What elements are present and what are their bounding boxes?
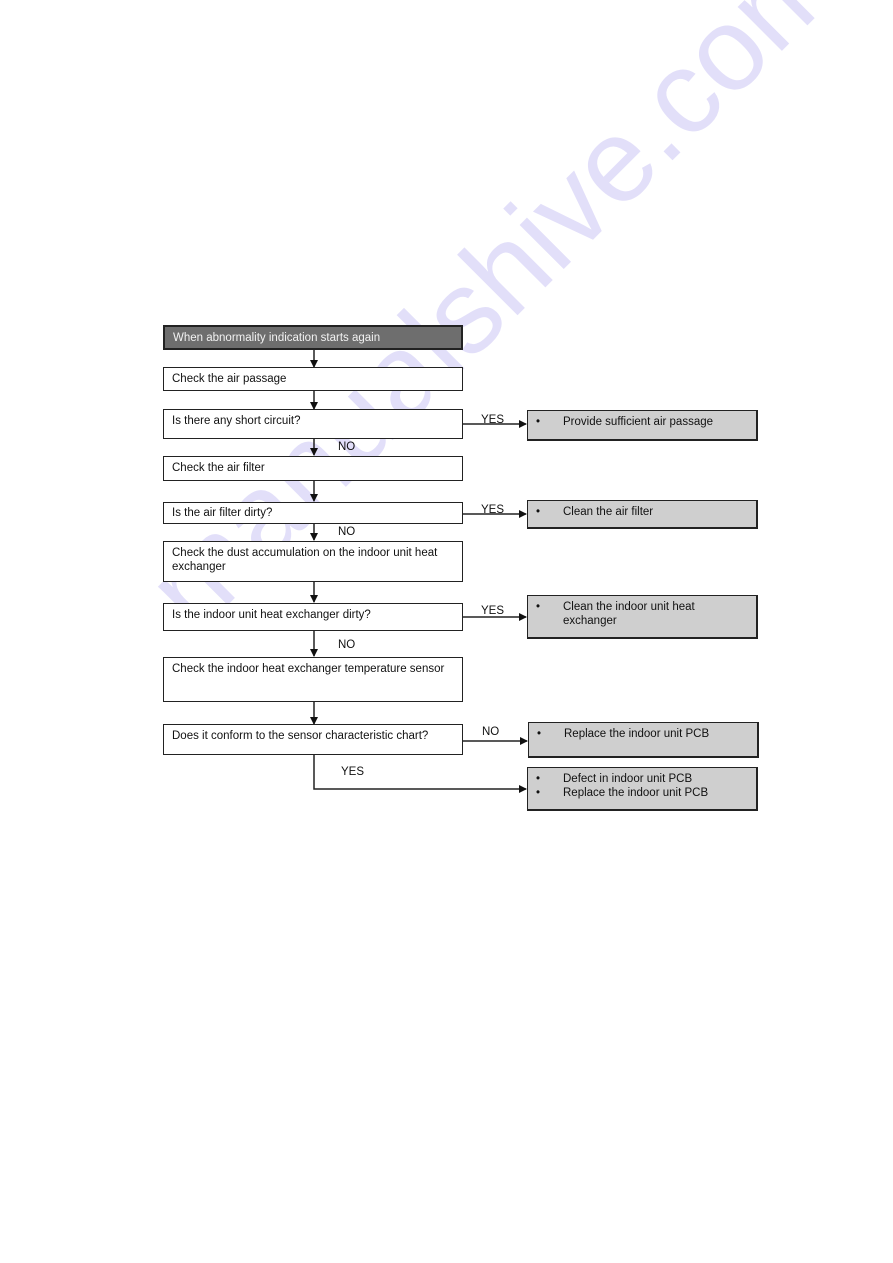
result-replace-pcb: Replace the indoor unit PCB bbox=[528, 722, 759, 758]
step-check-dust-accumulation: Check the dust accumulation on the indoo… bbox=[163, 541, 463, 582]
label-sensor-no: NO bbox=[482, 726, 500, 738]
result-item: Defect in indoor unit PCB bbox=[536, 772, 748, 786]
decision-exchanger-dirty: Is the indoor unit heat exchanger dirty? bbox=[163, 603, 463, 631]
connector-lines bbox=[310, 349, 528, 793]
label-short-circuit-no: NO bbox=[338, 441, 356, 453]
result-clean-air-filter: Clean the air filter bbox=[527, 500, 758, 529]
decision-sensor-chart: Does it conform to the sensor characteri… bbox=[163, 724, 463, 755]
result-defect-pcb: Defect in indoor unit PCB Replace the in… bbox=[527, 767, 758, 811]
result-item: Clean the indoor unit heat exchanger bbox=[536, 600, 748, 628]
label-exchanger-no: NO bbox=[338, 639, 356, 651]
label-short-circuit-yes: YES bbox=[481, 414, 505, 426]
label-filter-yes: YES bbox=[481, 504, 505, 516]
start-box: When abnormality indication starts again bbox=[163, 325, 463, 350]
label-exchanger-yes: YES bbox=[481, 605, 505, 617]
result-item: Clean the air filter bbox=[536, 505, 748, 519]
label-filter-no: NO bbox=[338, 526, 356, 538]
step-check-air-filter: Check the air filter bbox=[163, 456, 463, 481]
step-check-air-passage: Check the air passage bbox=[163, 367, 463, 391]
label-sensor-yes: YES bbox=[341, 766, 365, 778]
decision-filter-dirty: Is the air filter dirty? bbox=[163, 502, 463, 524]
step-check-temperature-sensor: Check the indoor heat exchanger temperat… bbox=[163, 657, 463, 702]
result-item: Replace the indoor unit PCB bbox=[537, 727, 749, 741]
result-provide-air-passage: Provide sufficient air passage bbox=[527, 410, 758, 441]
result-clean-heat-exchanger: Clean the indoor unit heat exchanger bbox=[527, 595, 758, 639]
result-item: Provide sufficient air passage bbox=[536, 415, 748, 429]
decision-short-circuit: Is there any short circuit? bbox=[163, 409, 463, 439]
result-item: Replace the indoor unit PCB bbox=[536, 786, 748, 800]
